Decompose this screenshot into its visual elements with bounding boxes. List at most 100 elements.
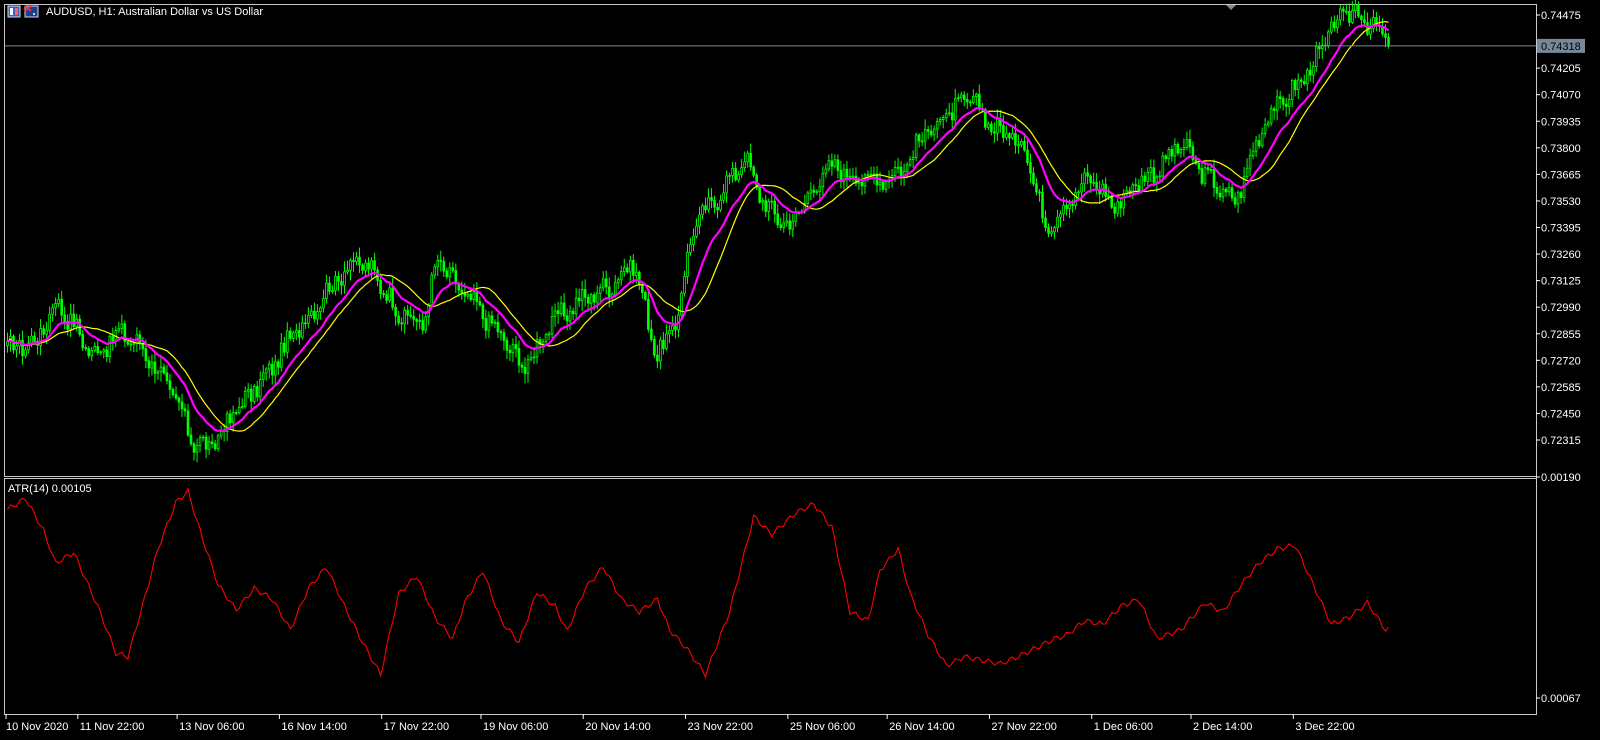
candle[interactable] [228, 409, 232, 428]
candle[interactable] [1305, 67, 1309, 92]
candle[interactable] [571, 307, 575, 321]
candle[interactable] [1020, 138, 1023, 148]
candle[interactable] [289, 327, 292, 341]
candle[interactable] [776, 204, 780, 229]
candle[interactable] [451, 262, 455, 274]
candle[interactable] [580, 280, 584, 312]
candle[interactable] [1005, 125, 1008, 141]
candle[interactable] [644, 290, 647, 301]
candle[interactable] [1035, 178, 1038, 196]
candle[interactable] [177, 395, 181, 411]
candle[interactable] [1083, 167, 1086, 192]
candle[interactable] [153, 352, 157, 384]
candle[interactable] [84, 344, 88, 352]
candle[interactable] [1302, 74, 1306, 86]
candle[interactable] [929, 124, 933, 138]
candle[interactable] [445, 267, 449, 280]
candle[interactable] [1251, 142, 1255, 160]
candle[interactable] [1164, 154, 1168, 163]
candle[interactable] [785, 211, 789, 227]
candle[interactable] [1029, 153, 1032, 184]
candle[interactable] [586, 294, 590, 312]
candle[interactable] [505, 336, 509, 360]
candle[interactable] [704, 197, 707, 214]
chart-shift-marker[interactable] [1226, 5, 1236, 10]
candle[interactable] [264, 367, 268, 381]
candle[interactable] [818, 178, 822, 201]
candle[interactable] [1038, 189, 1041, 202]
candle[interactable] [394, 303, 397, 326]
candle[interactable] [1176, 142, 1180, 156]
candle[interactable] [523, 357, 527, 384]
candle[interactable] [647, 290, 650, 333]
candle[interactable] [487, 311, 491, 339]
candle[interactable] [240, 398, 244, 410]
candle[interactable] [421, 311, 425, 335]
candle[interactable] [207, 435, 211, 455]
candle[interactable] [923, 119, 927, 150]
candle[interactable] [770, 194, 774, 210]
candle[interactable] [993, 122, 996, 143]
candle[interactable] [1245, 158, 1249, 180]
candle[interactable] [1170, 145, 1174, 162]
candle[interactable] [108, 334, 112, 364]
candle[interactable] [544, 332, 548, 345]
candle[interactable] [1354, 0, 1357, 19]
candle[interactable] [1281, 96, 1285, 111]
candle[interactable] [292, 330, 295, 343]
candle[interactable] [442, 256, 446, 277]
candle[interactable] [69, 303, 72, 338]
candle[interactable] [111, 327, 115, 351]
candle[interactable] [1339, 5, 1342, 26]
candle[interactable] [1321, 35, 1324, 59]
candle[interactable] [415, 317, 418, 331]
candle[interactable] [526, 354, 530, 383]
candle[interactable] [788, 213, 792, 236]
candle[interactable] [1369, 18, 1372, 40]
candle[interactable] [454, 263, 458, 293]
candle[interactable] [1230, 181, 1234, 202]
candle[interactable] [322, 289, 325, 313]
candle[interactable] [1143, 171, 1147, 187]
candle[interactable] [93, 342, 97, 353]
candle[interactable] [968, 99, 972, 107]
candle[interactable] [815, 189, 819, 195]
candle[interactable] [845, 161, 849, 188]
candle[interactable] [117, 321, 121, 334]
candle[interactable] [298, 322, 301, 345]
candle[interactable] [1167, 147, 1171, 166]
candle[interactable] [255, 380, 259, 402]
candle[interactable] [767, 198, 771, 221]
candle[interactable] [225, 410, 229, 441]
candle[interactable] [60, 291, 63, 323]
candle[interactable] [1173, 138, 1177, 165]
candle[interactable] [863, 173, 867, 195]
candle[interactable] [836, 154, 840, 179]
candle[interactable] [1077, 189, 1080, 198]
ma-slow-line[interactable] [7, 20, 1389, 432]
candle[interactable] [201, 434, 205, 442]
candle[interactable] [1149, 159, 1153, 183]
candle[interactable] [1311, 61, 1315, 84]
candle[interactable] [574, 288, 578, 319]
candle[interactable] [653, 335, 656, 359]
candle[interactable] [304, 314, 307, 329]
candle[interactable] [168, 373, 172, 399]
candle[interactable] [601, 271, 605, 292]
candle[interactable] [1372, 9, 1375, 33]
candle[interactable] [219, 425, 223, 440]
candle[interactable] [433, 263, 437, 280]
candle[interactable] [962, 91, 966, 107]
candle[interactable] [51, 303, 54, 322]
candle[interactable] [598, 283, 602, 303]
candle[interactable] [147, 356, 151, 377]
candle[interactable] [914, 132, 918, 162]
atr-pane[interactable] [7, 487, 1389, 679]
candle[interactable] [1348, 3, 1351, 27]
candle[interactable] [57, 293, 60, 308]
candle[interactable] [1092, 172, 1095, 187]
candle[interactable] [999, 109, 1002, 133]
candle[interactable] [713, 195, 716, 214]
candle[interactable] [616, 277, 620, 290]
candle[interactable] [165, 364, 169, 385]
